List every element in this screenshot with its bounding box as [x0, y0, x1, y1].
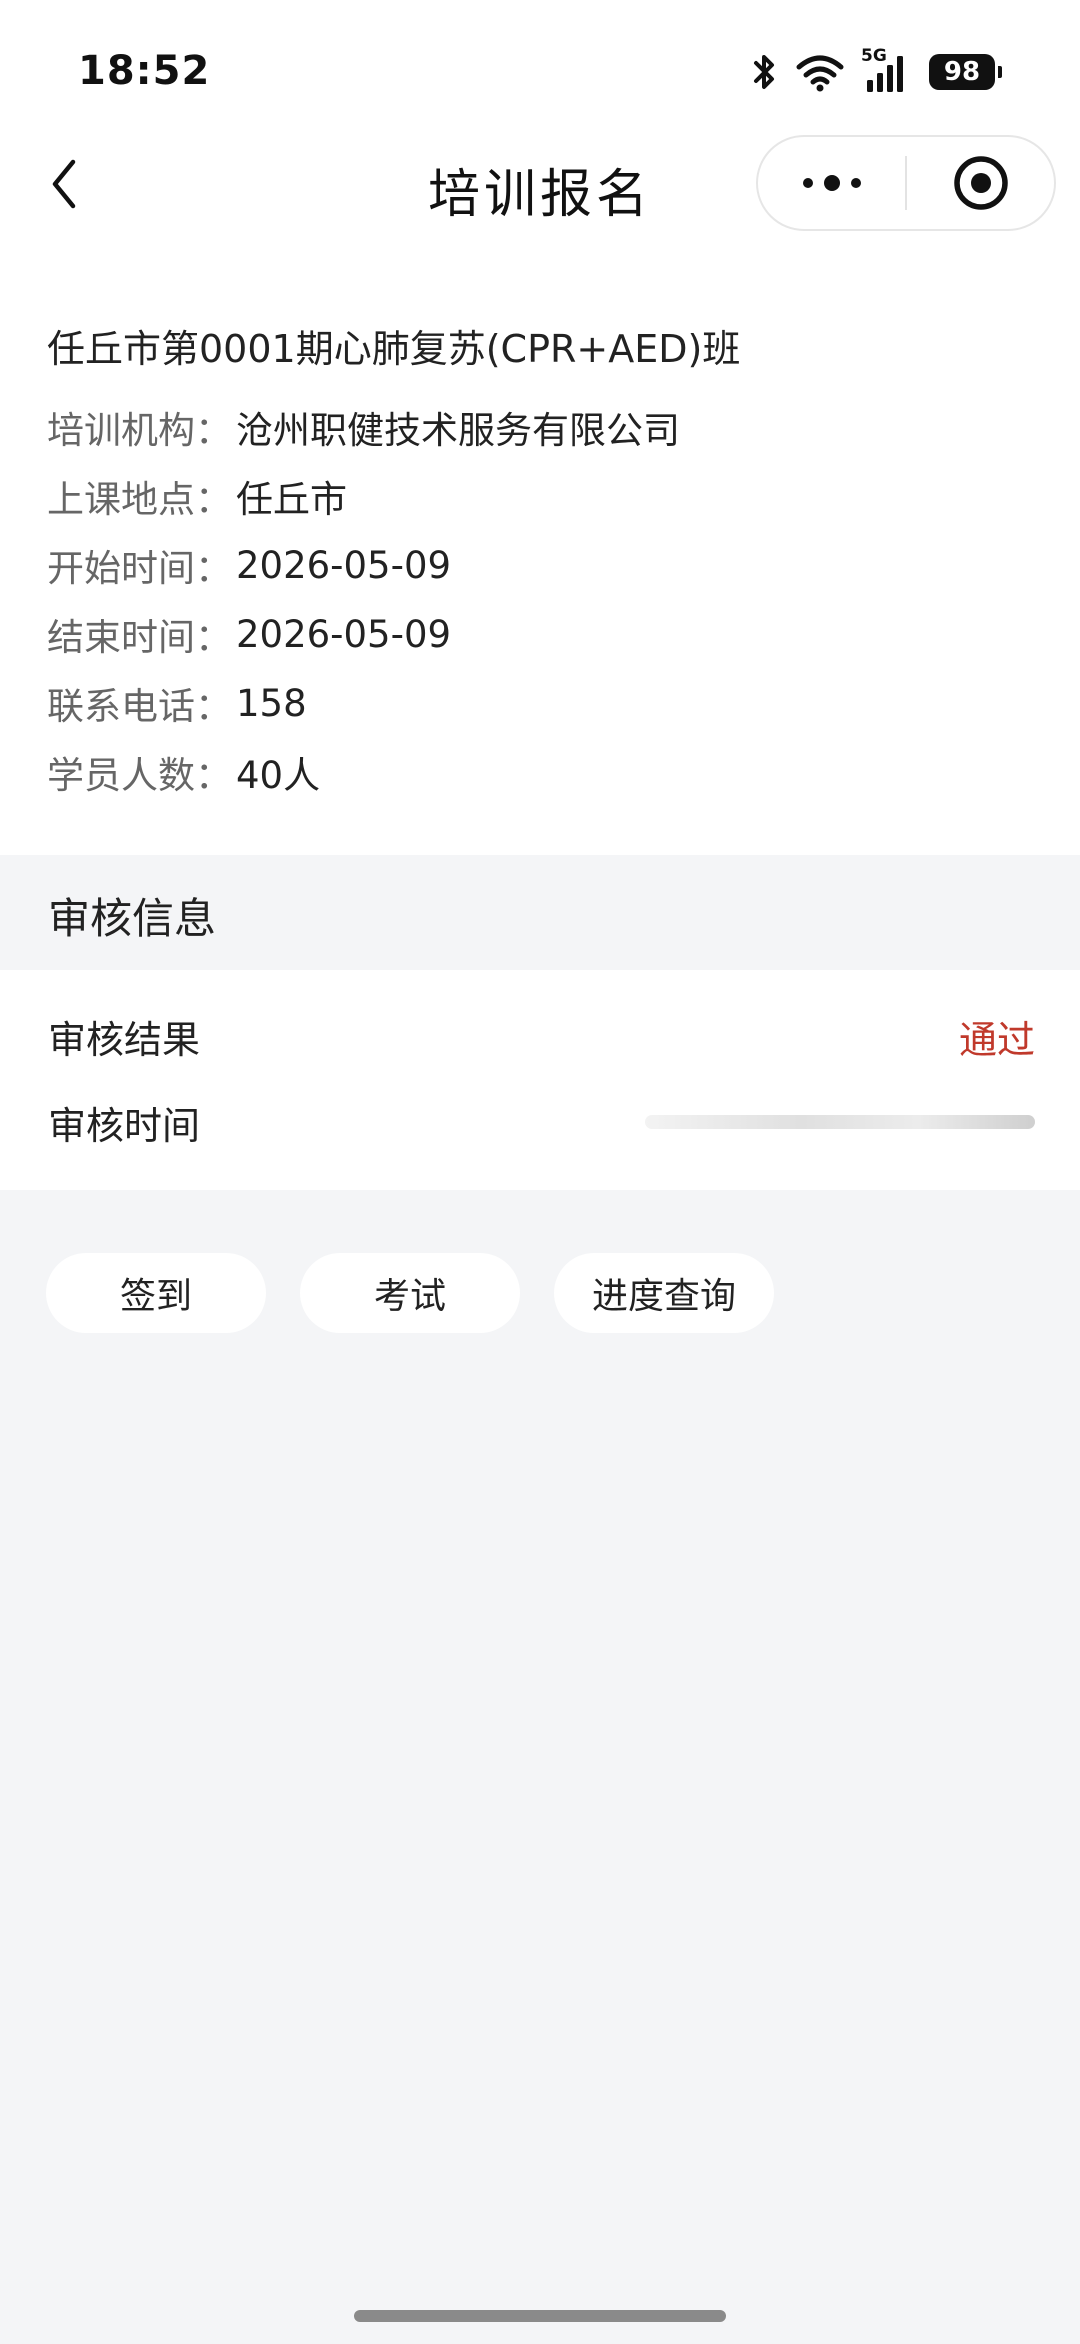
back-button[interactable]: [34, 154, 94, 214]
review-card: 审核结果 通过 审核时间: [0, 970, 1080, 1190]
review-result-value: 通过: [958, 1017, 1035, 1062]
battery-icon: 98: [929, 54, 1002, 90]
review-section-title: 审核信息: [48, 894, 217, 943]
review-result-label: 审核结果: [48, 1017, 201, 1062]
navigation-bar: 培训报名: [0, 130, 1080, 240]
review-result-row: 审核结果 通过: [48, 1006, 1035, 1066]
info-row-location: 上课地点： 任丘市: [47, 471, 347, 521]
info-row-student-count: 学员人数： 40人: [47, 747, 320, 797]
info-label: 联系电话：: [47, 685, 232, 728]
review-time-row: 审核时间: [48, 1092, 1035, 1152]
checkin-button[interactable]: 签到: [46, 1253, 266, 1333]
status-time: 18:52: [78, 48, 211, 94]
review-time-value-redacted: [645, 1115, 1035, 1129]
battery-tip: [998, 66, 1002, 78]
info-value: 158: [236, 681, 307, 725]
chevron-left-icon: [52, 159, 76, 209]
status-icons: 5G 98: [751, 46, 1002, 94]
battery-level: 98: [929, 54, 995, 90]
info-row-phone: 联系电话： 158: [47, 678, 307, 729]
close-miniprogram-button[interactable]: [907, 137, 1054, 229]
course-title: 任丘市第0001期心肺复苏(CPR+AED)班: [47, 327, 741, 371]
more-dots-icon: [802, 175, 861, 191]
progress-query-button[interactable]: 进度查询: [554, 1253, 774, 1333]
target-circle-icon: [953, 156, 1008, 210]
info-row-institution: 培训机构： 沧州职健技术服务有限公司: [47, 402, 680, 452]
info-value: 2026-05-09: [236, 612, 452, 656]
info-label: 培训机构：: [47, 409, 232, 452]
info-label: 上课地点：: [47, 478, 232, 521]
cellular-signal-icon: 5G: [861, 46, 913, 94]
info-value: 任丘市: [236, 478, 347, 521]
info-value: 2026-05-09: [236, 543, 452, 587]
info-value: 40人: [236, 754, 321, 797]
bluetooth-icon: [751, 52, 779, 92]
info-label: 学员人数：: [47, 754, 232, 797]
info-label: 结束时间：: [47, 616, 232, 659]
action-buttons: 签到 考试 进度查询: [46, 1253, 774, 1333]
info-value: 沧州职健技术服务有限公司: [236, 409, 680, 452]
exam-button[interactable]: 考试: [300, 1253, 520, 1333]
status-bar: 18:52 5G 98: [0, 0, 1080, 130]
home-indicator[interactable]: [354, 2310, 726, 2322]
more-button[interactable]: [758, 137, 905, 229]
info-row-end-time: 结束时间： 2026-05-09: [47, 609, 452, 660]
mini-program-capsule: [756, 135, 1056, 231]
info-row-start-time: 开始时间： 2026-05-09: [47, 540, 452, 591]
info-label: 开始时间：: [47, 547, 232, 590]
wifi-icon: [795, 52, 845, 92]
review-time-label: 审核时间: [48, 1103, 201, 1148]
review-section-header: 审核信息: [0, 855, 1080, 970]
